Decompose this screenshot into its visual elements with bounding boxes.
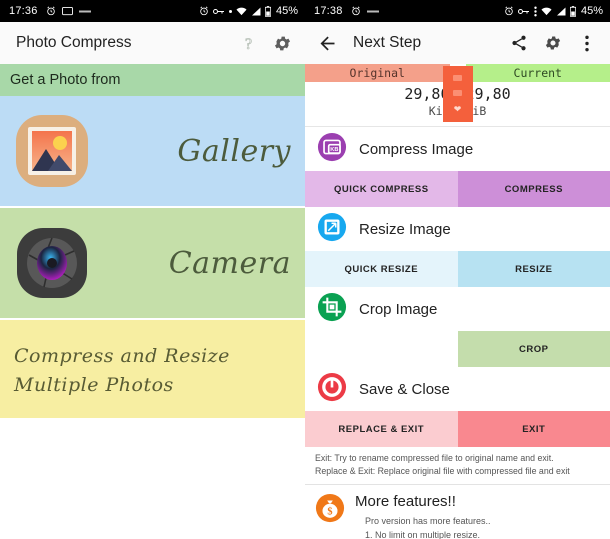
gear-icon[interactable] xyxy=(269,30,295,56)
resize-arrows-icon xyxy=(317,212,347,247)
section-buttons: QUICK RESIZE RESIZE xyxy=(305,251,610,287)
alarm-icon xyxy=(351,6,361,16)
page-title: Next Step xyxy=(353,34,422,51)
gallery-row[interactable]: Gallery xyxy=(0,96,305,206)
section-buttons: QUICK COMPRESS COMPRESS xyxy=(305,171,610,207)
vpn-key-icon xyxy=(212,8,225,15)
status-left-icons xyxy=(351,6,379,16)
current-size-block: Current 29,80 KiB xyxy=(458,64,610,126)
battery-icon xyxy=(264,5,272,17)
quick-resize-button[interactable]: QUICK RESIZE xyxy=(305,251,458,287)
section-buttons: CROP xyxy=(305,331,610,367)
signal-icon xyxy=(556,7,566,16)
status-left-icons xyxy=(46,6,91,16)
signal-icon xyxy=(251,7,261,16)
gear-icon[interactable] xyxy=(540,30,566,56)
svg-text:?: ? xyxy=(244,36,251,53)
thumbnail-detail-top xyxy=(453,74,462,81)
vpn-key-icon xyxy=(517,8,530,15)
more-features-title: More features!! xyxy=(355,492,456,510)
replace-and-exit-button[interactable]: REPLACE & EXIT xyxy=(305,411,458,447)
dual-screenshot-container: 17:36 45% Photo Compress ? Get a Photo f… xyxy=(0,0,610,539)
status-right-icons: 45% xyxy=(504,5,603,17)
crop-empty-slot xyxy=(305,331,458,367)
section-title: Save & Close xyxy=(359,380,450,398)
section-resize-image: Resize Image QUICK RESIZE RESIZE xyxy=(305,207,610,287)
exit-note-line-2: Replace & Exit: Replace original file wi… xyxy=(315,465,570,476)
svg-text:$: $ xyxy=(327,506,332,517)
screen-cast-icon xyxy=(61,6,73,16)
power-icon xyxy=(317,372,347,407)
wifi-icon xyxy=(541,7,552,16)
original-size-block: Original 29,80 KiB xyxy=(305,64,458,126)
exit-button[interactable]: EXIT xyxy=(457,411,610,447)
more-feature-line: Pro version has more features.. xyxy=(365,515,491,526)
exit-explanation-note: Exit: Try to rename compressed file to o… xyxy=(305,447,610,485)
section-compress-image: KB Compress Image QUICK COMPRESS COMPRES… xyxy=(305,127,610,207)
more-vert-icon xyxy=(534,6,537,17)
help-question-icon[interactable]: ? xyxy=(235,30,261,56)
section-crop-image: Crop Image CROP xyxy=(305,287,610,367)
more-vert-icon[interactable] xyxy=(574,30,600,56)
section-header: Resize Image xyxy=(305,207,610,251)
alarm-icon xyxy=(504,6,514,16)
camera-lens-icon xyxy=(14,225,90,301)
crop-button[interactable]: CROP xyxy=(457,331,610,367)
heart-icon: ❤ xyxy=(453,103,462,114)
crop-icon xyxy=(317,292,347,327)
camera-label: Camera xyxy=(168,245,291,281)
more-features-list: Pro version has more features.. 1. No li… xyxy=(355,514,491,539)
alarm-icon xyxy=(199,6,209,16)
size-comparison-bar: Original 29,80 KiB Current 29,80 KiB ❤ xyxy=(305,64,610,127)
battery-percent: 45% xyxy=(580,5,603,17)
sim-icon xyxy=(78,9,91,14)
status-time: 17:36 xyxy=(9,5,38,17)
camera-row[interactable]: Camera xyxy=(0,208,305,318)
more-features-text: More features!! Pro version has more fea… xyxy=(355,493,491,539)
get-photo-from-header: Get a Photo from xyxy=(0,64,305,96)
compress-button[interactable]: COMPRESS xyxy=(457,171,610,207)
section-header: KB Compress Image xyxy=(305,127,610,171)
image-thumbnail[interactable]: ❤ xyxy=(442,66,473,122)
battery-icon xyxy=(569,5,577,17)
original-label: Original xyxy=(305,64,450,82)
section-buttons: REPLACE & EXIT EXIT xyxy=(305,411,610,447)
right-status-bar: 17:38 45% xyxy=(305,0,610,22)
section-save-close: Save & Close REPLACE & EXIT EXIT xyxy=(305,367,610,447)
compress-kb-icon: KB xyxy=(317,132,347,167)
sim-icon xyxy=(366,9,379,14)
right-app-bar: Next Step xyxy=(305,22,610,64)
current-label: Current xyxy=(465,64,610,82)
left-status-bar: 17:36 45% xyxy=(0,0,305,22)
quick-compress-button[interactable]: QUICK COMPRESS xyxy=(305,171,458,207)
section-title: Crop Image xyxy=(359,300,438,318)
status-right-icons: 45% xyxy=(199,5,298,17)
wifi-icon xyxy=(236,7,247,16)
left-app-bar: Photo Compress ? xyxy=(0,22,305,64)
section-title: Compress Image xyxy=(359,140,474,158)
section-title: Resize Image xyxy=(359,220,451,238)
multi-photo-note: Compress and Resize Multiple Photos xyxy=(14,345,230,396)
battery-percent: 45% xyxy=(275,5,298,17)
more-feature-line: 1. No limit on multiple resize. xyxy=(365,530,481,539)
exit-note-line-1: Exit: Try to rename compressed file to o… xyxy=(315,453,554,463)
gallery-picture-icon xyxy=(14,113,90,189)
right-screen: 17:38 45% Next Step Original 29,80 KiB C… xyxy=(305,0,610,539)
section-header: Crop Image xyxy=(305,287,610,331)
resize-button[interactable]: RESIZE xyxy=(457,251,610,287)
multi-photo-note-row[interactable]: Compress and Resize Multiple Photos xyxy=(0,320,305,418)
status-time: 17:38 xyxy=(314,5,343,17)
svg-text:KB: KB xyxy=(330,147,338,153)
thumbnail-detail-mid xyxy=(453,89,462,96)
share-icon[interactable] xyxy=(506,30,532,56)
status-dot-icon xyxy=(228,9,232,13)
alarm-icon xyxy=(46,6,56,16)
section-header: Save & Close xyxy=(305,367,610,411)
page-title: Photo Compress xyxy=(16,34,132,51)
money-bag-icon: $ xyxy=(315,493,345,539)
arrow-back-icon[interactable] xyxy=(315,31,339,55)
gallery-label: Gallery xyxy=(177,133,291,169)
more-features-section[interactable]: $ More features!! Pro version has more f… xyxy=(305,485,610,539)
left-screen: 17:36 45% Photo Compress ? Get a Photo f… xyxy=(0,0,305,539)
